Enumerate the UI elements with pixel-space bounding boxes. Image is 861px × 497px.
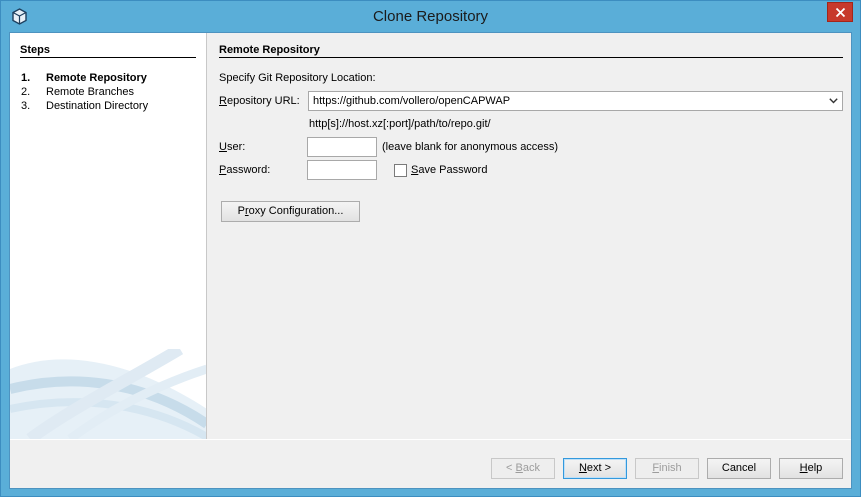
footer-separator [10,439,851,440]
label-text: P [237,205,245,217]
step-label: Remote Branches [46,86,135,98]
label-text: inish [659,462,682,474]
user-input[interactable] [307,137,377,157]
mnemonic: N [578,462,587,474]
remote-repository-panel: Remote Repository Specify Git Repository… [218,33,853,439]
window-title: Clone Repository [372,8,489,25]
label-text: ack [522,462,540,474]
title-bar[interactable]: Clone Repository [1,1,860,32]
dialog-body: Steps 1. Remote Repository 2. Remote Branc… [9,32,852,489]
step-number: 3. [21,100,31,112]
clone-repository-window: Clone Repository Steps 1. Remote Reposito… [0,0,861,497]
combo-dropdown-button[interactable] [825,93,841,109]
chevron-down-icon [828,98,838,104]
repository-location-intro: Specify Git Repository Location: [219,72,376,84]
password-input[interactable] [307,160,377,180]
cancel-button[interactable]: Cancel [707,458,771,479]
wizard-swoosh-decoration [10,349,206,439]
mnemonic: B [515,462,523,474]
label-text: epository URL: [226,95,300,107]
label-text: oxy Configuration... [248,205,344,217]
save-password-label[interactable]: Save Password [411,164,487,176]
step-destination-directory: 3. Destination Directory [21,99,148,113]
label-text: < [506,462,516,474]
repository-url-label: Repository URL: [219,95,300,107]
label-text: ave Password [418,164,488,176]
step-number: 1. [21,72,31,84]
step-label: Remote Repository [46,72,147,84]
password-label: Password: [219,164,270,176]
mnemonic: H [799,462,808,474]
next-button[interactable]: Next > [563,458,627,479]
user-label: User: [219,141,245,153]
steps-title: Steps [20,44,196,58]
close-button[interactable] [827,2,853,22]
mnemonic: U [219,141,227,153]
steps-list: 1. Remote Repository 2. Remote Branches 3.… [21,71,148,113]
close-icon [835,7,845,17]
repository-url-input[interactable] [309,92,819,110]
panel-title: Remote Repository [219,44,843,58]
label-text: ser: [226,141,246,153]
proxy-configuration-button[interactable]: Proxy Configuration... [221,201,360,222]
step-number: 2. [21,86,31,98]
step-remote-branches: 2. Remote Branches [21,85,148,99]
help-button[interactable]: Help [779,458,843,479]
step-label: Destination Directory [46,100,149,112]
label-text: elp [807,462,823,474]
mnemonic: R [219,95,227,107]
label-text: assword: [226,164,271,176]
steps-panel: Steps 1. Remote Repository 2. Remote Branc… [10,33,207,439]
repository-url-combobox[interactable] [308,91,843,111]
label-text: ext > [586,462,612,474]
repository-url-hint: http[s]://host.xz[:port]/path/to/repo.gi… [309,118,491,130]
save-password-checkbox[interactable] [394,164,407,177]
finish-button[interactable]: Finish [635,458,699,479]
step-remote-repository: 1. Remote Repository [21,71,148,85]
user-hint: (leave blank for anonymous access) [382,141,559,153]
back-button[interactable]: < Back [491,458,555,479]
